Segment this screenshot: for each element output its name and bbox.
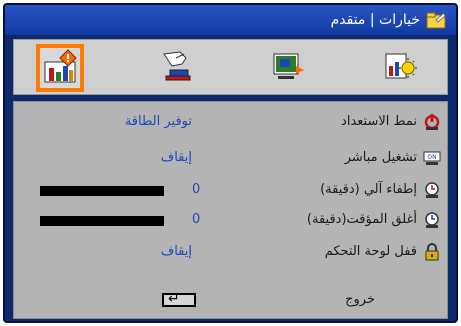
tab-display[interactable] [264, 44, 312, 92]
on-button-icon: ON [423, 149, 441, 167]
settings-panel: نمط الاستعداد توفير الطاقة ON تشغيل مباش… [13, 101, 448, 319]
row-number: 0 [192, 182, 201, 197]
svg-text:ON: ON [427, 154, 436, 161]
row-value[interactable]: توفير الطاقة [125, 114, 192, 129]
tab-advanced-options[interactable] [36, 44, 84, 92]
osd-menu-window: خيارات | متقدم نمط الاستعداد توفير الطاق… [3, 3, 458, 323]
window-title: خيارات | متقدم [330, 12, 420, 28]
row-standby-mode[interactable]: نمط الاستعداد توفير الطاقة [14, 112, 447, 134]
lock-icon [423, 243, 441, 261]
row-label: تشغيل مباشر [344, 150, 417, 165]
row-label: نمط الاستعداد [341, 114, 417, 129]
slider-fill [40, 186, 164, 196]
row-label: إطفاء آلي (دقيقة) [320, 182, 417, 197]
exit-label[interactable]: خروج [345, 292, 375, 307]
tab-remote[interactable] [152, 44, 200, 92]
settings-chart-icon [42, 48, 78, 88]
power-icon [423, 113, 441, 131]
screen-arrow-icon [270, 48, 306, 88]
row-auto-power-off[interactable]: إطفاء آلي (دقيقة) 0 [14, 180, 447, 202]
row-label: أغلق المؤقت(دقيقة) [306, 212, 417, 227]
tab-lamp[interactable] [376, 44, 424, 92]
row-value[interactable]: إيقاف [161, 150, 192, 165]
row-sleep-timer[interactable]: أغلق المؤقت(دقيقة) 0 [14, 210, 447, 232]
sleep-timer-slider[interactable] [40, 216, 164, 226]
auto-power-off-slider[interactable] [40, 186, 164, 196]
lamp-chart-icon [382, 48, 418, 88]
row-label: قفل لوحة التحكم [324, 244, 417, 259]
slider-fill [40, 216, 164, 226]
row-keypad-lock[interactable]: قفل لوحة التحكم إيقاف [14, 242, 447, 264]
row-value[interactable]: إيقاف [161, 244, 192, 259]
row-number: 0 [192, 212, 201, 227]
folder-icon [426, 11, 446, 29]
tab-bar [13, 39, 448, 95]
row-direct-power-on[interactable]: ON تشغيل مباشر إيقاف [14, 148, 447, 170]
hand-remote-icon [158, 48, 194, 88]
title-bar: خيارات | متقدم [5, 5, 456, 35]
enter-button[interactable]: ↵ [162, 291, 196, 307]
timer-icon [423, 211, 441, 229]
enter-arrow-icon: ↵ [168, 291, 180, 307]
clock-icon [423, 181, 441, 199]
